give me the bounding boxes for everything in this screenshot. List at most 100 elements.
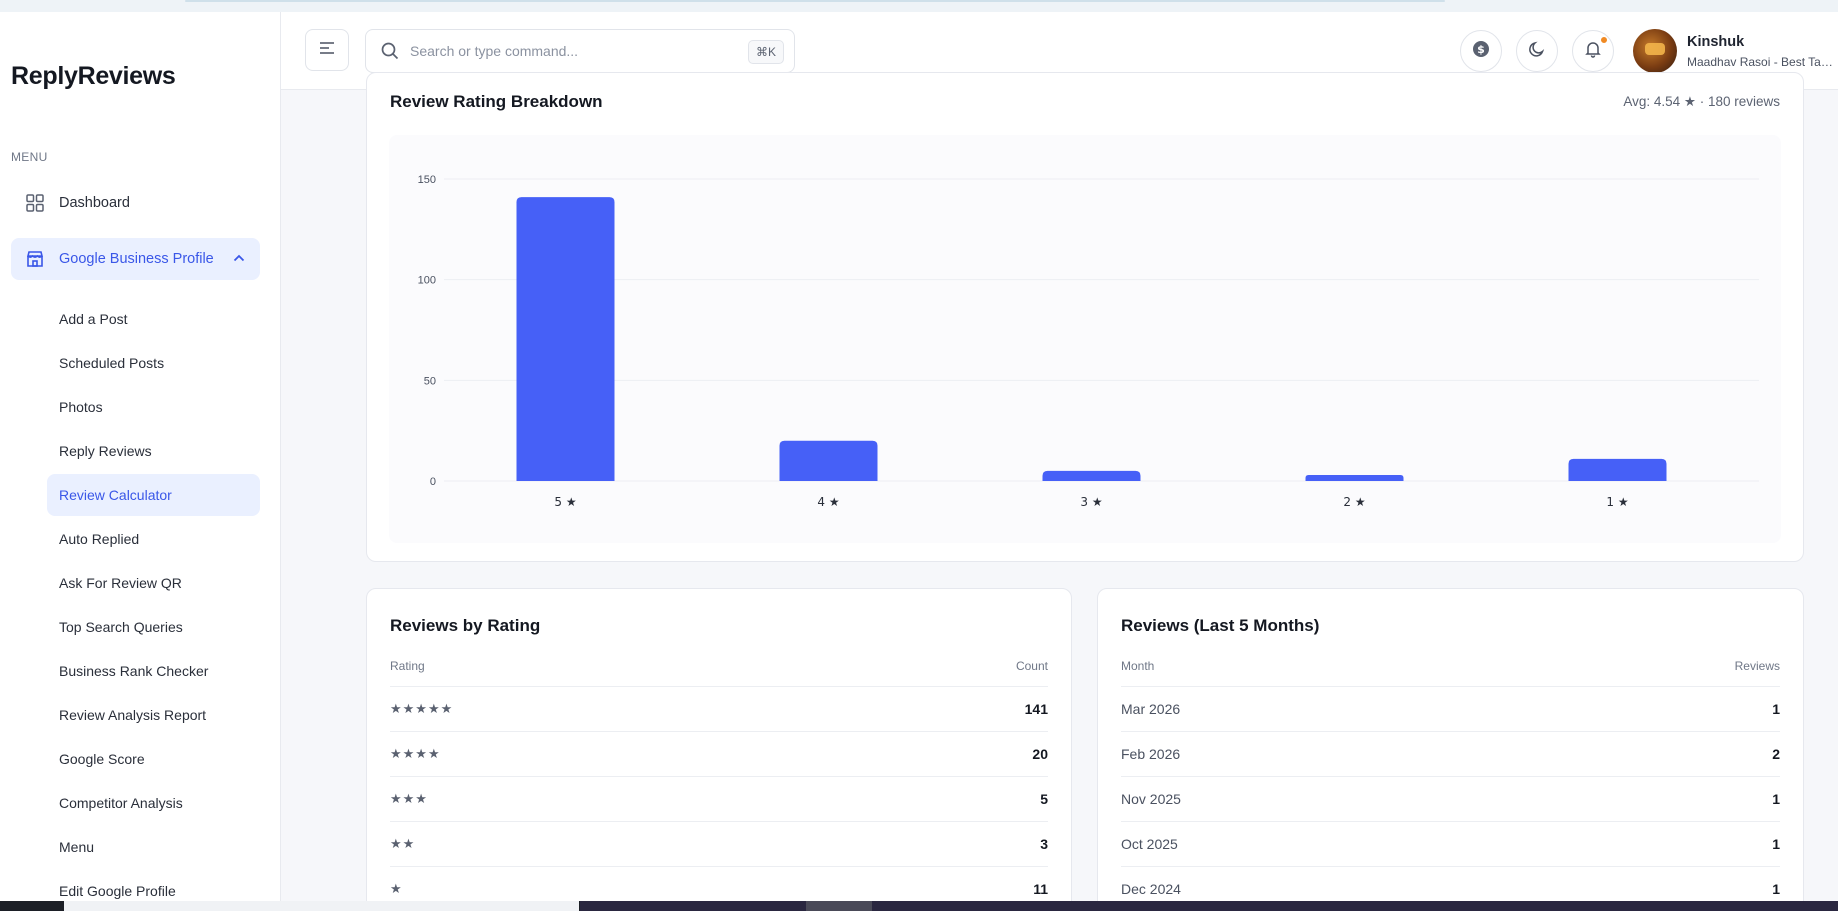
sidebar-subitem-photos[interactable]: Photos: [47, 386, 260, 428]
sidebar: ReplyReviews MENU Dashboard Google Busin…: [0, 12, 281, 901]
x-tick-label: 2 ★: [1343, 495, 1365, 509]
reviews-by-month-card: Reviews (Last 5 Months) Month Reviews Ma…: [1097, 588, 1804, 911]
table-row: Oct 2025 1: [1121, 822, 1780, 867]
sidebar-subitem-label: Business Rank Checker: [59, 663, 209, 679]
bar[interactable]: [1305, 474, 1404, 481]
rating-table-body: ★★★★★ 141 ★★★★ 20 ★★★ 5 ★★ 3 ★ 11: [390, 687, 1048, 911]
credits-button[interactable]: $: [1460, 30, 1502, 72]
table-row: Mar 2026 1: [1121, 687, 1780, 732]
bar[interactable]: [516, 197, 615, 481]
bell-icon: [1584, 40, 1602, 63]
month-count: 1: [1772, 701, 1780, 717]
user-business: Maadhav Rasoi - Best Tandoori: [1687, 55, 1837, 69]
rating-count: 5: [1040, 791, 1048, 807]
shortcut-badge: ⌘K: [747, 40, 784, 64]
sidebar-subitem-label: Scheduled Posts: [59, 355, 165, 371]
sidebar-subitem-business-rank-checker[interactable]: Business Rank Checker: [47, 650, 260, 692]
sidebar-subitem-google-score[interactable]: Google Score: [47, 738, 260, 780]
sidebar-subitem-add-a-post[interactable]: Add a Post: [47, 298, 260, 340]
bar[interactable]: [1568, 458, 1667, 481]
sidebar-subitem-auto-replied[interactable]: Auto Replied: [47, 518, 260, 560]
month-count: 1: [1772, 836, 1780, 852]
card-title: Review Rating Breakdown: [390, 92, 603, 111]
taskbar-segment: [64, 901, 579, 911]
month-table-body: Mar 2026 1 Feb 2026 2 Nov 2025 1 Oct 2025 1 Dec …: [1121, 687, 1780, 911]
table-row: Nov 2025 1: [1121, 777, 1780, 822]
sidebar-subitem-label: Menu: [59, 839, 95, 855]
rating-count: 3: [1040, 836, 1048, 852]
sidebar-subitem-label: Review Calculator: [59, 487, 172, 503]
chart-svg: 0 50 100 150 5 ★ 4 ★ 3 ★ 2 ★ 1 ★: [418, 174, 1759, 509]
x-tick-label: 4 ★: [817, 495, 839, 509]
menu-section-label: MENU: [11, 150, 48, 164]
avatar[interactable]: [1633, 29, 1677, 73]
rating-bar-chart: 0 50 100 150 5 ★ 4 ★ 3 ★ 2 ★ 1 ★: [389, 135, 1781, 543]
browser-top-strip: [0, 0, 1838, 12]
table-header: Rating Count: [390, 659, 1048, 687]
moon-icon: [1528, 40, 1546, 63]
sidebar-item-label: Google Business Profile: [59, 251, 214, 267]
sidebar-subitem-scheduled-posts[interactable]: Scheduled Posts: [47, 342, 260, 384]
table-row: ★★ 3: [390, 822, 1048, 867]
search-input[interactable]: [410, 43, 730, 59]
month-label: Mar 2026: [1121, 701, 1181, 717]
sidebar-subitem-menu[interactable]: Menu: [47, 826, 260, 868]
month-label: Feb 2026: [1121, 746, 1181, 762]
rating-count: 11: [1033, 881, 1048, 897]
search-bar[interactable]: ⌘K: [365, 29, 795, 73]
rating-count: 141: [1024, 701, 1048, 717]
rating-stars: ★: [390, 881, 403, 897]
rating-stars: ★★★★: [390, 746, 441, 762]
taskbar-segment: [806, 901, 872, 911]
sidebar-subitem-review-calculator[interactable]: Review Calculator: [47, 474, 260, 516]
bar[interactable]: [779, 440, 878, 481]
table-row: Feb 2026 2: [1121, 732, 1780, 777]
sidebar-item-google-business-profile[interactable]: Google Business Profile: [11, 238, 260, 280]
brand-logo[interactable]: ReplyReviews: [11, 62, 176, 91]
column-header-month: Month: [1121, 659, 1155, 673]
bar[interactable]: [1042, 470, 1141, 481]
sidebar-subitem-label: Ask For Review QR: [59, 575, 182, 591]
y-tick-label: 150: [418, 174, 436, 186]
sidebar-subitem-competitor-analysis[interactable]: Competitor Analysis: [47, 782, 260, 824]
table-row: ★★★★★ 141: [390, 687, 1048, 732]
y-tick-label: 50: [424, 375, 436, 387]
grid-icon: [24, 192, 46, 214]
store-icon: [24, 248, 46, 270]
sidebar-subitem-review-analysis-report[interactable]: Review Analysis Report: [47, 694, 260, 736]
sidebar-subitem-label: Competitor Analysis: [59, 795, 183, 811]
menu-toggle-button[interactable]: [305, 29, 349, 71]
svg-text:$: $: [1477, 43, 1485, 56]
dollar-coin-icon: $: [1472, 40, 1490, 63]
sidebar-subitem-label: Edit Google Profile: [59, 883, 176, 899]
user-name[interactable]: Kinshuk: [1687, 34, 1744, 50]
sidebar-subitem-reply-reviews[interactable]: Reply Reviews: [47, 430, 260, 472]
notifications-button[interactable]: [1572, 30, 1614, 72]
column-header-count: Count: [1015, 659, 1048, 673]
reviews-by-rating-card: Reviews by Rating Rating Count ★★★★★ 141 ★…: [366, 588, 1072, 911]
rating-count: 20: [1032, 746, 1048, 762]
column-header-rating: Rating: [390, 659, 425, 673]
month-label: Nov 2025: [1121, 791, 1181, 807]
table-row: ★★★ 5: [390, 777, 1048, 822]
taskbar-segment: [580, 901, 1838, 911]
dark-mode-toggle[interactable]: [1516, 30, 1558, 72]
notification-dot: [1600, 36, 1608, 44]
sidebar-subitem-top-search-queries[interactable]: Top Search Queries: [47, 606, 260, 648]
hamburger-icon: [318, 41, 336, 60]
sidebar-subitem-label: Google Score: [59, 751, 145, 767]
chevron-up-icon[interactable]: [232, 251, 246, 269]
month-count: 1: [1772, 791, 1780, 807]
rating-stars: ★★: [390, 836, 416, 852]
search-icon: [380, 41, 400, 61]
sidebar-subitem-ask-for-review-qr[interactable]: Ask For Review QR: [47, 562, 260, 604]
rating-stars: ★★★★★: [390, 701, 454, 717]
column-header-reviews: Reviews: [1734, 659, 1780, 673]
sidebar-item-dashboard[interactable]: Dashboard: [11, 182, 260, 224]
sidebar-subitem-label: Top Search Queries: [59, 619, 183, 635]
month-label: Oct 2025: [1121, 836, 1178, 852]
top-strip-pill: [185, 0, 1445, 2]
sidebar-subitem-label: Reply Reviews: [59, 443, 152, 459]
sidebar-item-label: Dashboard: [59, 195, 130, 211]
table-row: ★★★★ 20: [390, 732, 1048, 777]
